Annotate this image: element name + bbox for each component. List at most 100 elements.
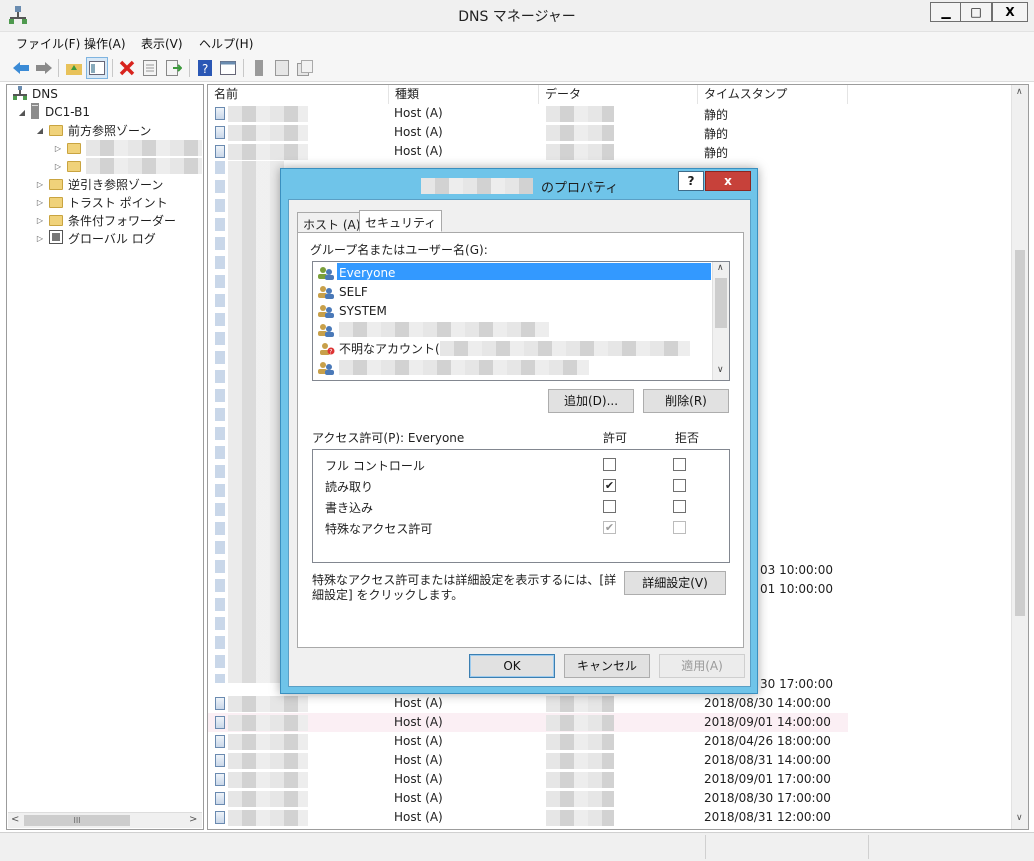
scroll-right-icon[interactable]: > — [189, 814, 197, 825]
table-row-selected[interactable]: Host (A) 2018/09/01 14:00:00 — [208, 713, 848, 732]
tree-item-server[interactable]: ◢ DC1-B1 — [17, 102, 90, 121]
tree-label-conditional: 条件付フォワーダー — [68, 213, 177, 228]
collapsed-arrow-icon[interactable]: ▷ — [53, 162, 63, 171]
advanced-button[interactable]: 詳細設定(V) — [624, 571, 726, 595]
deny-checkbox-disabled — [673, 521, 686, 534]
record-timestamp: 2018/04/26 18:00:00 — [704, 734, 831, 748]
record-icon — [215, 107, 225, 120]
scroll-up-icon[interactable]: ∧ — [1016, 87, 1023, 97]
list-item-unknown-account[interactable]: ? 不明なアカウント( — [313, 339, 713, 358]
redacted-name — [228, 772, 308, 788]
expanded-arrow-icon[interactable]: ◢ — [17, 108, 27, 117]
list-item-everyone[interactable]: Everyone — [313, 263, 713, 282]
list-item-redacted[interactable] — [313, 320, 713, 339]
folder-icon — [49, 178, 63, 190]
menu-view[interactable]: 表示(V) — [141, 35, 183, 52]
redacted-name — [228, 144, 308, 160]
collapsed-arrow-icon[interactable]: ▷ — [35, 216, 45, 225]
copy-icon[interactable] — [294, 57, 316, 79]
allow-checkbox-checked[interactable]: ✔ — [603, 479, 616, 492]
tree-item-zone[interactable]: ▷ — [53, 157, 202, 175]
server-icon[interactable] — [248, 57, 270, 79]
collapsed-arrow-icon[interactable]: ▷ — [35, 198, 45, 207]
table-row[interactable]: Host (A) 2018/09/01 17:00:00 — [208, 770, 848, 789]
record-icon — [215, 126, 225, 139]
table-row[interactable]: Host (A) 2018/08/31 12:00:00 — [208, 808, 848, 827]
collapsed-arrow-icon[interactable]: ▷ — [35, 180, 45, 189]
menu-action[interactable]: 操作(A) — [84, 35, 126, 52]
allow-checkbox[interactable] — [603, 458, 616, 471]
table-row[interactable]: Host (A) 静的 — [208, 123, 848, 142]
remove-button[interactable]: 削除(R) — [643, 389, 729, 413]
scroll-up-icon[interactable]: ∧ — [717, 263, 724, 273]
expanded-arrow-icon[interactable]: ◢ — [35, 126, 45, 135]
list-vertical-scrollbar[interactable]: ∧ ∨ — [1011, 85, 1028, 829]
tree-item-conditional-forwarders[interactable]: ▷ 条件付フォワーダー — [35, 211, 176, 229]
list-item-self[interactable]: SELF — [313, 282, 713, 301]
export-list-icon[interactable] — [163, 57, 185, 79]
redacted-data — [546, 106, 614, 122]
apply-button[interactable]: 適用(A) — [659, 654, 745, 678]
table-row[interactable]: Host (A) 2018/08/30 17:00:00 — [208, 789, 848, 808]
redacted-record-name — [421, 178, 533, 194]
close-button[interactable]: X — [992, 2, 1028, 22]
scroll-down-icon[interactable]: ∨ — [717, 365, 724, 375]
scroll-thumb[interactable]: III — [24, 815, 130, 826]
tree-root[interactable]: DNS — [13, 85, 58, 103]
column-header-name[interactable]: 名前 — [208, 85, 389, 104]
tab-security[interactable]: セキュリティ — [359, 210, 443, 232]
maximize-button[interactable]: □ — [960, 2, 992, 22]
ok-button[interactable]: OK — [469, 654, 555, 678]
tree-item-trust-points[interactable]: ▷ トラスト ポイント — [35, 193, 168, 211]
dialog-close-button[interactable]: x — [705, 171, 751, 191]
deny-checkbox[interactable] — [673, 458, 686, 471]
list-item-system[interactable]: SYSTEM — [313, 301, 713, 320]
column-header-timestamp[interactable]: タイムスタンプ — [698, 85, 848, 104]
record-timestamp-partial: 01 10:00:00 — [760, 582, 833, 596]
record-timestamp: 2018/09/01 14:00:00 — [704, 715, 831, 729]
collapsed-arrow-icon[interactable]: ▷ — [53, 144, 63, 153]
properties-icon[interactable] — [139, 57, 161, 79]
show-tree-icon[interactable] — [86, 57, 108, 79]
scroll-thumb[interactable] — [1015, 250, 1025, 616]
users-icon — [317, 266, 335, 280]
tree-item-reverse-zone[interactable]: ▷ 逆引き参照ゾーン — [35, 175, 163, 193]
back-icon[interactable] — [10, 57, 32, 79]
delete-icon[interactable] — [116, 57, 138, 79]
table-row[interactable]: Host (A) 静的 — [208, 142, 848, 161]
help-icon[interactable]: ? — [194, 57, 216, 79]
record-icon[interactable] — [271, 57, 293, 79]
menu-help[interactable]: ヘルプ(H) — [199, 35, 253, 52]
forward-icon[interactable] — [33, 57, 55, 79]
group-list-scrollbar[interactable]: ∧ ∨ — [712, 262, 729, 380]
collapsed-arrow-icon[interactable]: ▷ — [35, 234, 45, 243]
table-row[interactable]: Host (A) 静的 — [208, 104, 848, 123]
menu-file[interactable]: ファイル(F) — [16, 35, 80, 52]
dialog-help-button[interactable]: ? — [678, 171, 704, 191]
tree-horizontal-scrollbar[interactable]: < III > — [8, 812, 202, 828]
group-name: Everyone — [339, 265, 396, 280]
allow-checkbox[interactable] — [603, 500, 616, 513]
record-icon-column — [215, 161, 225, 683]
add-button[interactable]: 追加(D)... — [548, 389, 634, 413]
scroll-down-icon[interactable]: ∨ — [1016, 813, 1023, 823]
group-user-list[interactable]: Everyone SELF SYSTEM ? 不明なアカウント(∧ ∨ — [312, 261, 730, 381]
list-item-redacted[interactable] — [313, 358, 713, 377]
deny-checkbox[interactable] — [673, 479, 686, 492]
column-header-type[interactable]: 種類 — [389, 85, 539, 104]
tree-item-forward-zone[interactable]: ◢ 前方参照ゾーン — [35, 121, 151, 139]
scroll-thumb[interactable] — [715, 278, 727, 328]
column-header-data[interactable]: データ — [539, 85, 698, 104]
table-row[interactable]: Host (A) 2018/08/30 14:00:00 — [208, 694, 848, 713]
minimize-button[interactable]: ▁ — [930, 2, 962, 22]
scroll-left-icon[interactable]: < — [11, 814, 19, 825]
tree-item-global-logs[interactable]: ▷ グローバル ログ — [35, 229, 156, 247]
tree-item-zone[interactable]: ▷ — [53, 139, 202, 157]
table-row[interactable]: Host (A) 2018/04/26 18:00:00 — [208, 732, 848, 751]
action-pane-icon[interactable] — [217, 57, 239, 79]
deny-checkbox[interactable] — [673, 500, 686, 513]
up-folder-icon[interactable] — [63, 57, 85, 79]
table-row[interactable]: Host (A) 2018/08/31 14:00:00 — [208, 751, 848, 770]
tab-host[interactable]: ホスト (A) — [297, 212, 367, 232]
cancel-button[interactable]: キャンセル — [564, 654, 650, 678]
